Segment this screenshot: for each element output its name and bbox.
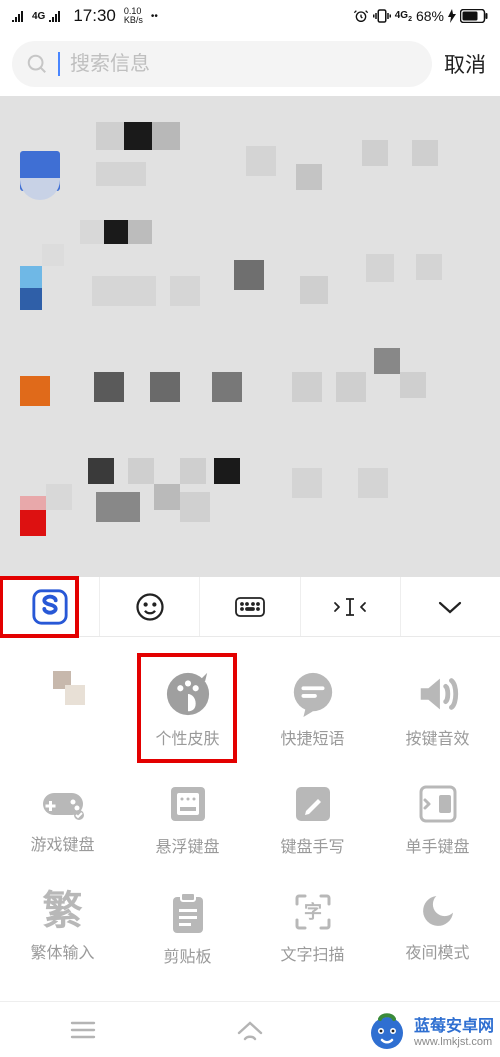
search-row: 取消 xyxy=(0,32,500,96)
emoji-icon xyxy=(135,592,165,622)
menu-icon xyxy=(70,1020,96,1040)
fan-icon: 繁 xyxy=(43,891,83,931)
grid-label: 按键音效 xyxy=(405,725,469,749)
blueberry-logo-icon xyxy=(366,1009,408,1051)
onehand-icon xyxy=(417,783,459,825)
status-left: 4G 17:30 0.10 KB/s •• xyxy=(12,6,158,26)
grid-item-handwrite[interactable]: 键盘手写 xyxy=(250,769,375,877)
grid-item-gamepad[interactable]: 游戏键盘 xyxy=(0,769,125,877)
home-icon xyxy=(235,1019,265,1041)
grid-item-blur[interactable] xyxy=(0,657,125,769)
time-label: 17:30 xyxy=(73,6,116,26)
ime-panel: 个性皮肤 快捷短语 按键音效 游戏键盘 悬浮键盘 xyxy=(0,577,500,1057)
battery-icon xyxy=(460,9,488,23)
chat-icon xyxy=(290,671,336,717)
cursor-move-icon xyxy=(332,595,368,619)
ime-emoji-button[interactable] xyxy=(100,577,200,636)
clipboard-icon xyxy=(169,891,207,935)
grid-label: 键盘手写 xyxy=(280,833,344,857)
palette-icon xyxy=(165,671,211,717)
ime-logo-button[interactable] xyxy=(0,577,100,636)
nav-home-button[interactable] xyxy=(167,1002,334,1057)
grid-item-traditional[interactable]: 繁 繁体输入 xyxy=(0,877,125,987)
battery-pct: 68% xyxy=(416,8,444,24)
ime-settings-grid: 个性皮肤 快捷短语 按键音效 游戏键盘 悬浮键盘 xyxy=(0,637,500,1001)
svg-text:字: 字 xyxy=(304,901,322,922)
float-keyboard-icon xyxy=(167,783,209,825)
gamepad-icon xyxy=(39,783,87,823)
data-label-4g: 4G2 xyxy=(395,10,412,23)
chevron-down-icon xyxy=(437,599,463,615)
grid-item-scan[interactable]: 字 文字扫描 xyxy=(250,877,375,987)
grid-item-phrase[interactable]: 快捷短语 xyxy=(250,657,375,769)
signal-icon-2 xyxy=(49,10,65,22)
text-cursor xyxy=(58,52,60,76)
handwriting-icon xyxy=(292,783,334,825)
grid-item-sound[interactable]: 按键音效 xyxy=(375,657,500,769)
charging-icon xyxy=(448,9,456,23)
grid-label: 文字扫描 xyxy=(280,941,344,965)
keyboard-icon xyxy=(234,594,266,620)
signal-label: 4G xyxy=(32,11,45,22)
nav-menu-button[interactable] xyxy=(0,1002,167,1057)
grid-item-float[interactable]: 悬浮键盘 xyxy=(125,769,250,877)
grid-label: 快捷短语 xyxy=(280,725,344,749)
alarm-icon xyxy=(353,8,369,24)
watermark-title: 蓝莓安卓网 xyxy=(414,1012,494,1036)
status-bar: 4G 17:30 0.10 KB/s •• 4G2 68% xyxy=(0,0,500,32)
search-input[interactable] xyxy=(70,53,418,76)
moon-icon xyxy=(418,891,458,931)
grid-label: 个性皮肤 xyxy=(155,725,219,749)
vibrate-icon xyxy=(373,8,391,24)
ime-collapse-button[interactable] xyxy=(401,577,500,636)
grid-item-onehand[interactable]: 单手键盘 xyxy=(375,769,500,877)
ime-cursor-button[interactable] xyxy=(301,577,401,636)
grid-label: 剪贴板 xyxy=(163,943,211,967)
signal-icon xyxy=(12,10,28,22)
blurred-content xyxy=(0,96,500,579)
grid-item-skin[interactable]: 个性皮肤 xyxy=(125,657,250,769)
ime-toolbar xyxy=(0,577,500,637)
sogou-logo-icon xyxy=(31,588,69,626)
watermark: 蓝莓安卓网 www.lmkjst.com xyxy=(366,1009,494,1051)
grid-label: 游戏键盘 xyxy=(30,831,94,855)
grid-item-night[interactable]: 夜间模式 xyxy=(375,877,500,987)
search-icon xyxy=(26,53,48,75)
cancel-button[interactable]: 取消 xyxy=(444,49,486,79)
grid-label: 夜间模式 xyxy=(405,939,469,963)
ime-keyboard-button[interactable] xyxy=(200,577,300,636)
sound-icon xyxy=(415,671,461,717)
search-box[interactable] xyxy=(12,41,432,87)
net-unit: KB/s xyxy=(124,16,143,25)
grid-label: 繁体输入 xyxy=(30,939,94,963)
scan-icon: 字 xyxy=(292,891,334,933)
grid-label: 单手键盘 xyxy=(405,833,469,857)
grid-label: 悬浮键盘 xyxy=(155,833,219,857)
status-right: 4G2 68% xyxy=(353,8,488,24)
watermark-url: www.lmkjst.com xyxy=(414,1036,494,1048)
more-dots-icon: •• xyxy=(151,11,158,22)
grid-item-clipboard[interactable]: 剪贴板 xyxy=(125,877,250,987)
